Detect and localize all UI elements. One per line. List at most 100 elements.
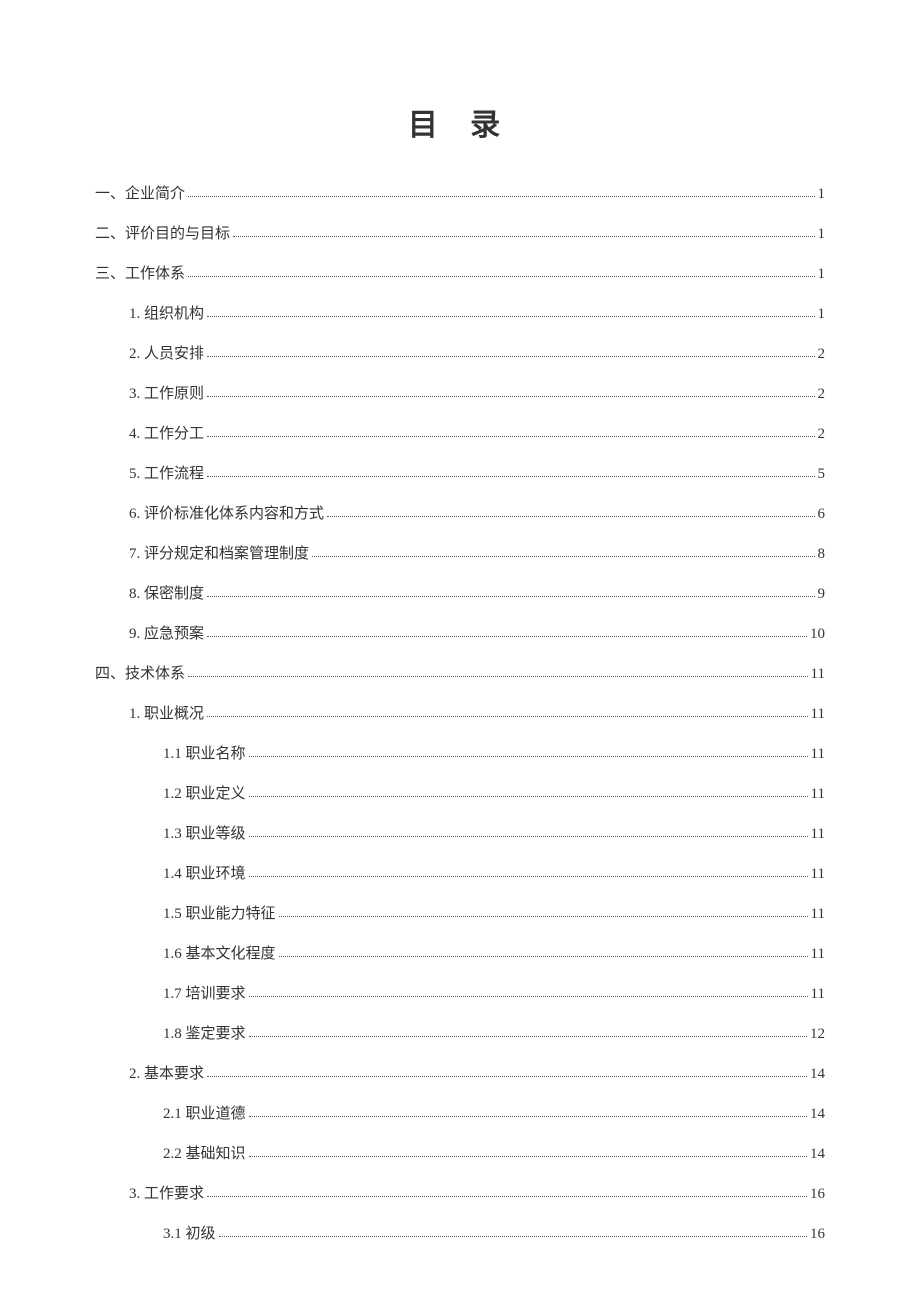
toc-entry-page: 11 [811,827,825,842]
toc-entry-label: 7. 评分规定和档案管理制度 [129,547,309,562]
toc-entry: 1. 职业概况 11 [129,706,825,722]
toc-entry-page: 11 [811,907,825,922]
toc-entry: 3. 工作原则2 [129,386,825,402]
toc-entry: 一、企业简介 1 [95,186,825,202]
toc-entry: 5. 工作流程5 [129,466,825,482]
toc-entry: 1.8 鉴定要求 12 [163,1026,825,1042]
toc-entry-page: 11 [811,947,825,962]
toc-entry: 1.4 职业环境 11 [163,866,825,882]
toc-entry-label: 1.4 职业环境 [163,867,246,882]
toc-entry-page: 16 [810,1187,825,1202]
toc-entry-label: 1.2 职业定义 [163,787,246,802]
toc-leader [249,825,808,837]
toc-entry-label: 9. 应急预案 [129,627,204,642]
toc-entry-page: 11 [811,987,825,1002]
toc-leader [207,385,814,397]
toc-leader [188,265,814,277]
toc-entry-label: 3.1 初级 [163,1227,216,1242]
toc-entry-label: 3. 工作要求 [129,1187,204,1202]
toc-entry-page: 12 [810,1027,825,1042]
toc-leader [312,545,814,557]
toc-list: 一、企业简介1二、评价目的与目标1三、工作体系11. 组织机构12. 人员安排2… [95,186,825,1242]
toc-entry: 9. 应急预案 10 [129,626,825,642]
toc-entry-label: 三、工作体系 [95,267,185,282]
toc-entry-page: 11 [811,787,825,802]
toc-entry: 1.6 基本文化程度 11 [163,946,825,962]
toc-entry-label: 1.3 职业等级 [163,827,246,842]
toc-leader [249,865,808,877]
toc-entry-label: 1.7 培训要求 [163,987,246,1002]
toc-entry: 8. 保密制度 9 [129,586,825,602]
toc-entry-page: 2 [818,347,826,362]
toc-entry-label: 1.1 职业名称 [163,747,246,762]
toc-leader [207,465,814,477]
toc-leader [249,1025,807,1037]
toc-entry-page: 11 [811,707,825,722]
toc-entry: 6. 评价标准化体系内容和方式 6 [129,506,825,522]
toc-leader [327,505,814,517]
toc-entry-label: 2.2 基础知识 [163,1147,246,1162]
toc-leader [207,585,814,597]
toc-entry-page: 2 [818,427,826,442]
toc-entry-page: 1 [818,267,826,282]
toc-leader [207,345,814,357]
toc-entry: 7. 评分规定和档案管理制度 8 [129,546,825,562]
toc-leader [188,665,808,677]
toc-entry-label: 1. 组织机构 [129,307,204,322]
toc-entry-label: 2.1 职业道德 [163,1107,246,1122]
toc-entry: 2. 人员安排 2 [129,346,825,362]
toc-entry-label: 四、技术体系 [95,667,185,682]
toc-title: 目 录 [95,100,825,144]
toc-entry: 2.2 基础知识 14 [163,1146,825,1162]
toc-entry-page: 6 [818,507,826,522]
toc-entry-label: 6. 评价标准化体系内容和方式 [129,507,324,522]
toc-leader [233,225,814,237]
toc-leader [207,625,807,637]
toc-leader [249,745,808,757]
toc-entry: 2. 基本要求 14 [129,1066,825,1082]
toc-entry-label: 8. 保密制度 [129,587,204,602]
toc-entry-page: 14 [810,1067,825,1082]
toc-entry: 四、技术体系11 [95,666,825,682]
toc-entry-label: 1.5 职业能力特征 [163,907,276,922]
toc-leader [279,945,808,957]
toc-leader [207,305,814,317]
toc-entry-page: 11 [811,867,825,882]
toc-leader [249,1145,807,1157]
toc-entry-label: 1.6 基本文化程度 [163,947,276,962]
toc-entry: 3. 工作要求 16 [129,1186,825,1202]
toc-entry: 2.1 职业道德 14 [163,1106,825,1122]
toc-leader [279,905,808,917]
toc-leader [219,1225,807,1237]
toc-entry: 1.5 职业能力特征 11 [163,906,825,922]
toc-entry-page: 1 [818,187,826,202]
toc-leader [207,425,814,437]
toc-leader [207,1185,807,1197]
toc-entry: 1.1 职业名称 11 [163,746,825,762]
toc-entry-page: 5 [818,467,826,482]
toc-entry: 3.1 初级16 [163,1226,825,1242]
toc-entry-page: 8 [818,547,826,562]
toc-leader [249,785,808,797]
toc-leader [188,185,814,197]
toc-entry-page: 10 [810,627,825,642]
toc-entry: 4. 工作分工2 [129,426,825,442]
toc-entry-page: 11 [811,747,825,762]
toc-entry: 三、工作体系 1 [95,266,825,282]
toc-entry-label: 2. 基本要求 [129,1067,204,1082]
toc-entry-page: 14 [810,1107,825,1122]
toc-entry: 二、评价目的与目标1 [95,226,825,242]
toc-entry-label: 二、评价目的与目标 [95,227,230,242]
toc-entry-page: 9 [818,587,826,602]
toc-entry: 1.3 职业等级 11 [163,826,825,842]
toc-entry-label: 1.8 鉴定要求 [163,1027,246,1042]
toc-entry-label: 一、企业简介 [95,187,185,202]
toc-leader [207,1065,807,1077]
toc-entry: 1.7 培训要求 11 [163,986,825,1002]
toc-entry: 1. 组织机构1 [129,306,825,322]
toc-entry-label: 2. 人员安排 [129,347,204,362]
toc-leader [249,985,808,997]
toc-entry-page: 14 [810,1147,825,1162]
toc-entry-label: 1. 职业概况 [129,707,204,722]
toc-leader [249,1105,807,1117]
